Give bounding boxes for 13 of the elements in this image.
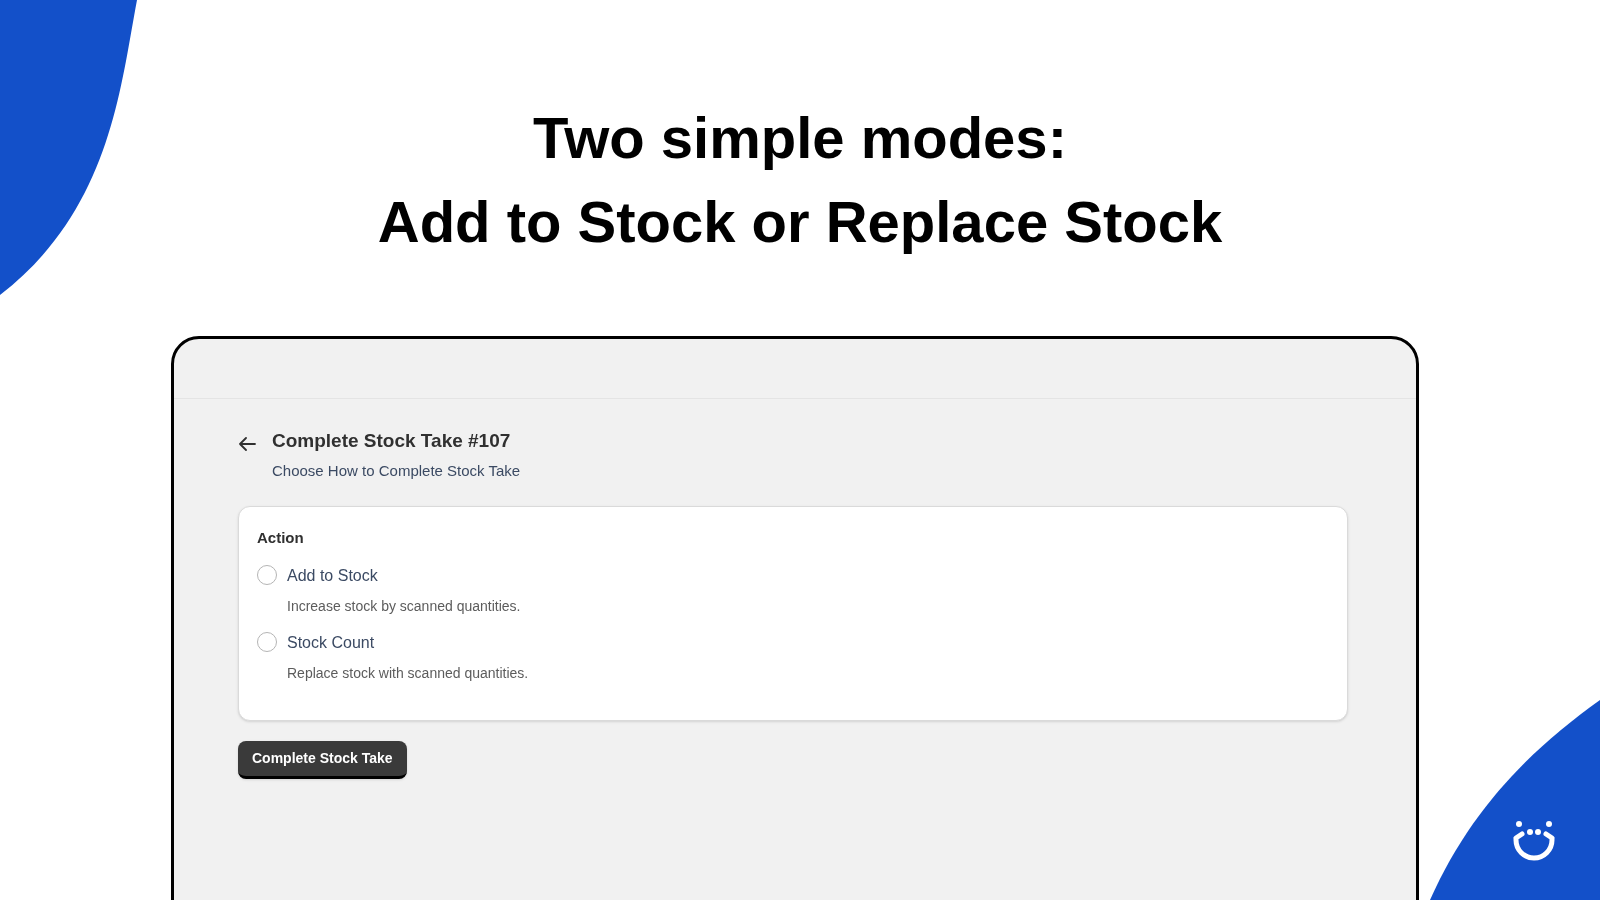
option-label[interactable]: Stock Count (287, 630, 529, 655)
option-description: Increase stock by scanned quantities. (287, 596, 521, 616)
headline: Two simple modes: (533, 104, 1067, 172)
radio-button[interactable] (257, 564, 277, 585)
option-label[interactable]: Add to Stock (287, 563, 521, 588)
back-arrow-icon[interactable] (238, 437, 256, 451)
page-title: Complete Stock Take #107 (272, 429, 512, 453)
complete-stock-take-button[interactable]: Complete Stock Take (238, 740, 407, 779)
headline: Add to Stock or Replace Stock (377, 188, 1223, 256)
card-heading: Action (257, 528, 305, 548)
page-subtitle: Choose How to Complete Stock Take (272, 460, 521, 481)
radio-button[interactable] (257, 631, 277, 652)
option-description: Replace stock with scanned quantities. (287, 663, 529, 683)
